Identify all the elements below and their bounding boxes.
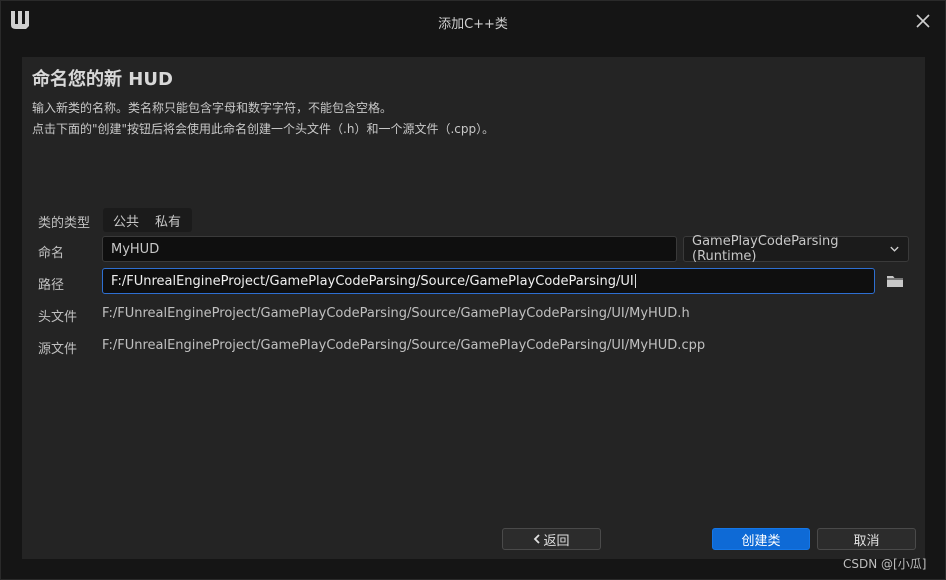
- watermark: CSDN @[小瓜]: [843, 557, 927, 571]
- folder-icon[interactable]: [886, 274, 904, 288]
- text-caret: [634, 274, 636, 288]
- class-name-input[interactable]: MyHUD: [102, 236, 677, 262]
- description-line-1: 输入新类的名称。类名称只能包含字母和数字字符，不能包含空格。: [32, 101, 393, 115]
- class-type-label: 类的类型: [38, 216, 91, 231]
- path-input[interactable]: F:/FUnrealEngineProject/GamePlayCodePars…: [102, 268, 875, 294]
- chevron-down-icon: [890, 246, 899, 252]
- create-button-label: 创建类: [741, 533, 781, 549]
- close-icon[interactable]: [911, 9, 935, 33]
- class-name-value: MyHUD: [111, 241, 160, 257]
- back-button-label: 返回: [543, 533, 570, 549]
- source-file-label: 源文件: [38, 342, 78, 357]
- header-file-path: F:/FUnrealEngineProject/GamePlayCodePars…: [102, 306, 690, 321]
- title-bar[interactable]: 添加C++类: [1, 1, 945, 41]
- source-file-path: F:/FUnrealEngineProject/GamePlayCodePars…: [102, 338, 706, 353]
- description-line-2: 点击下面的"创建"按钮后将会使用此命名创建一个头文件（.h）和一个源文件（.cp…: [32, 122, 495, 136]
- cancel-button[interactable]: 取消: [817, 528, 916, 550]
- cancel-button-label: 取消: [853, 533, 880, 549]
- module-value: GamePlayCodeParsing (Runtime): [692, 234, 839, 264]
- back-button[interactable]: 返回: [502, 528, 601, 550]
- path-value: F:/FUnrealEngineProject/GamePlayCodePars…: [111, 273, 634, 289]
- class-type-private-option[interactable]: 私有: [139, 211, 181, 230]
- name-label: 命名: [38, 246, 65, 261]
- dialog-body: 命名您的新 HUD 输入新类的名称。类名称只能包含字母和数字字符，不能包含空格。…: [22, 57, 925, 559]
- page-title: 命名您的新 HUD: [32, 65, 173, 91]
- dialog-window: 添加C++类 命名您的新 HUD 输入新类的名称。类名称只能包含字母和数字字符，…: [0, 0, 946, 580]
- module-dropdown[interactable]: GamePlayCodeParsing (Runtime): [683, 234, 909, 264]
- chevron-left-icon: [534, 534, 541, 544]
- header-file-label: 头文件: [38, 310, 78, 325]
- path-label: 路径: [38, 278, 65, 293]
- create-class-button[interactable]: 创建类: [712, 528, 810, 550]
- window-title: 添加C++类: [438, 17, 508, 32]
- class-type-toggle: 公共 私有: [103, 208, 192, 232]
- title-class-name: HUD: [128, 69, 173, 90]
- class-type-public-option[interactable]: 公共: [103, 211, 139, 230]
- title-prefix: 命名您的新: [32, 69, 122, 90]
